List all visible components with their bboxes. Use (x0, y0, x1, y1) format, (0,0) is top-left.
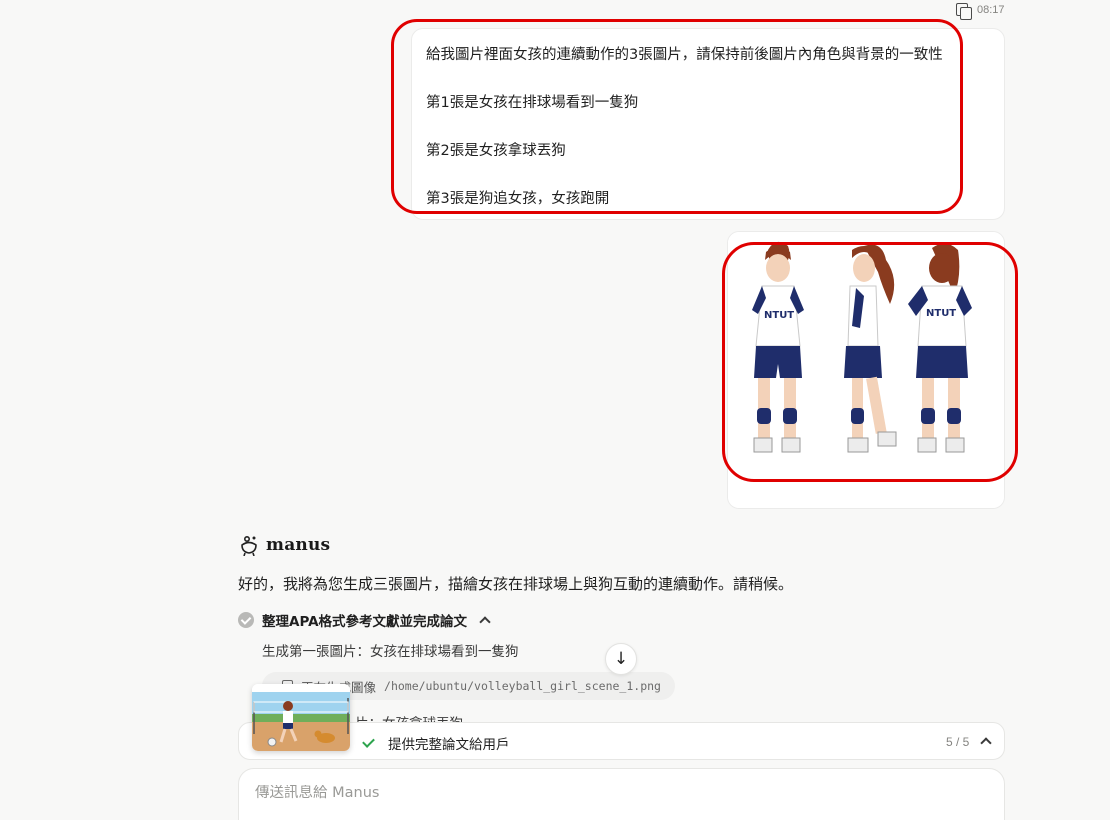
volleyball-scene-preview (252, 684, 350, 751)
user-message-line: 第2張是女孩拿球丟狗 (426, 143, 566, 159)
task-header[interactable]: 整理APA格式參考文獻並完成論文 (238, 610, 491, 630)
user-image-attachment[interactable]: NTUT NTUT (727, 231, 1005, 509)
user-message-line: 給我圖片裡面女孩的連續動作的3張圖片，請保持前後圖片內角色與背景的一致性 (426, 47, 943, 63)
message-time: 08:17 (977, 4, 1005, 16)
svg-text:NTUT: NTUT (926, 308, 956, 319)
message-composer (238, 768, 1005, 820)
chevron-up-icon[interactable] (980, 737, 992, 749)
arrow-down-icon: ↓ (613, 649, 629, 669)
progress-count: 5 / 5 (946, 735, 970, 749)
assistant-header: manus (238, 534, 330, 556)
generated-image-thumbnail[interactable] (252, 684, 350, 751)
tool-path: /home/ubuntu/volleyball_girl_scene_1.png (384, 679, 661, 693)
task-progress-bar[interactable]: 提供完整論文給用戶 5 / 5 (238, 722, 1005, 760)
user-message-line: 第1張是女孩在排球場看到一隻狗 (426, 95, 639, 111)
assistant-reply: 好的，我將為您生成三張圖片，描繪女孩在排球場上與狗互動的連續動作。請稍候。 (238, 575, 794, 593)
progress-status-text: 提供完整論文給用戶 (388, 737, 510, 753)
character-reference-image: NTUT NTUT (728, 232, 1004, 508)
manus-logo-icon (241, 535, 257, 556)
chevron-up-icon[interactable] (479, 616, 491, 628)
check-icon (362, 735, 375, 748)
check-circle-icon (238, 612, 254, 628)
message-input[interactable] (255, 785, 955, 801)
subtask-item: 生成第一張圖片：女孩在排球場看到一隻狗 (262, 644, 519, 660)
copy-icon[interactable] (955, 2, 972, 20)
scroll-down-button[interactable]: ↓ (605, 643, 637, 675)
user-message-line: 第3張是狗追女孩，女孩跑開 (426, 191, 610, 207)
svg-text:NTUT: NTUT (764, 310, 794, 321)
message-meta: 08:17 (955, 2, 1005, 20)
user-message-bubble: 給我圖片裡面女孩的連續動作的3張圖片，請保持前後圖片內角色與背景的一致性 第1張… (411, 28, 1005, 220)
task-title: 整理APA格式參考文獻並完成論文 (262, 614, 468, 630)
assistant-name: manus (266, 535, 331, 555)
